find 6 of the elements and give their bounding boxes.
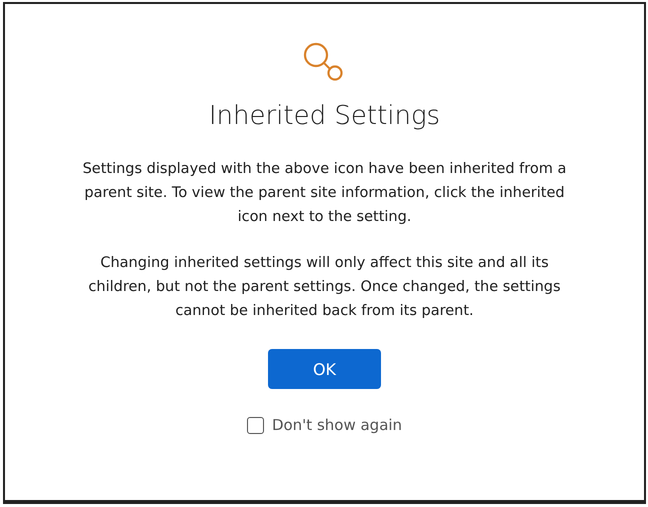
checkbox-label: Don't show again <box>272 416 402 434</box>
ok-button[interactable]: OK <box>268 349 381 389</box>
dialog-message: Changing inherited settings will only affect this site and all its children, but not the parent settings. Once changed, the settings cannot be inherited back from its parent. <box>87 254 562 321</box>
checkbox[interactable] <box>246 416 264 434</box>
dialog-message: Settings displayed with the above icon have been inherited from a parent site. To view the parent site information, click the inherited icon next to the setting. <box>82 160 568 227</box>
dialog-title: Inherited Settings <box>208 101 440 131</box>
